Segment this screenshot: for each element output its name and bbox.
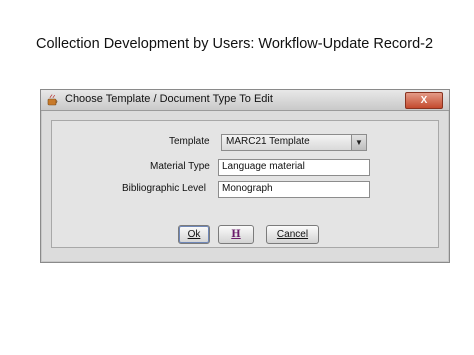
template-select-value: MARC21 Template bbox=[226, 136, 310, 147]
hindi-keyboard-button[interactable]: H bbox=[218, 225, 254, 244]
dialog-titlebar[interactable]: Choose Template / Document Type To Edit … bbox=[41, 90, 449, 111]
material-type-field[interactable]: Language material bbox=[218, 159, 370, 176]
ok-button[interactable]: Ok bbox=[178, 225, 210, 244]
hindi-keyboard-icon: H bbox=[231, 229, 241, 240]
dialog-title: Choose Template / Document Type To Edit bbox=[65, 93, 273, 105]
bibliographic-level-field[interactable]: Monograph bbox=[218, 181, 370, 198]
cancel-button-label: Cancel bbox=[276, 229, 309, 240]
template-select[interactable]: MARC21 Template ▼ bbox=[221, 134, 367, 151]
chevron-down-icon[interactable]: ▼ bbox=[351, 135, 366, 150]
java-app-icon bbox=[47, 94, 58, 106]
slide-title: Collection Development by Users: Workflo… bbox=[36, 36, 434, 52]
ok-button-label: Ok bbox=[187, 229, 201, 240]
bibliographic-level-label: Bibliographic Level bbox=[122, 183, 206, 194]
material-type-label: Material Type bbox=[150, 161, 210, 172]
template-dialog: Choose Template / Document Type To Edit … bbox=[40, 89, 450, 263]
close-button[interactable]: X bbox=[405, 92, 443, 109]
cancel-button[interactable]: Cancel bbox=[266, 225, 319, 244]
template-label: Template bbox=[169, 136, 210, 147]
bibliographic-level-value: Monograph bbox=[222, 183, 273, 194]
material-type-value: Language material bbox=[222, 161, 305, 172]
